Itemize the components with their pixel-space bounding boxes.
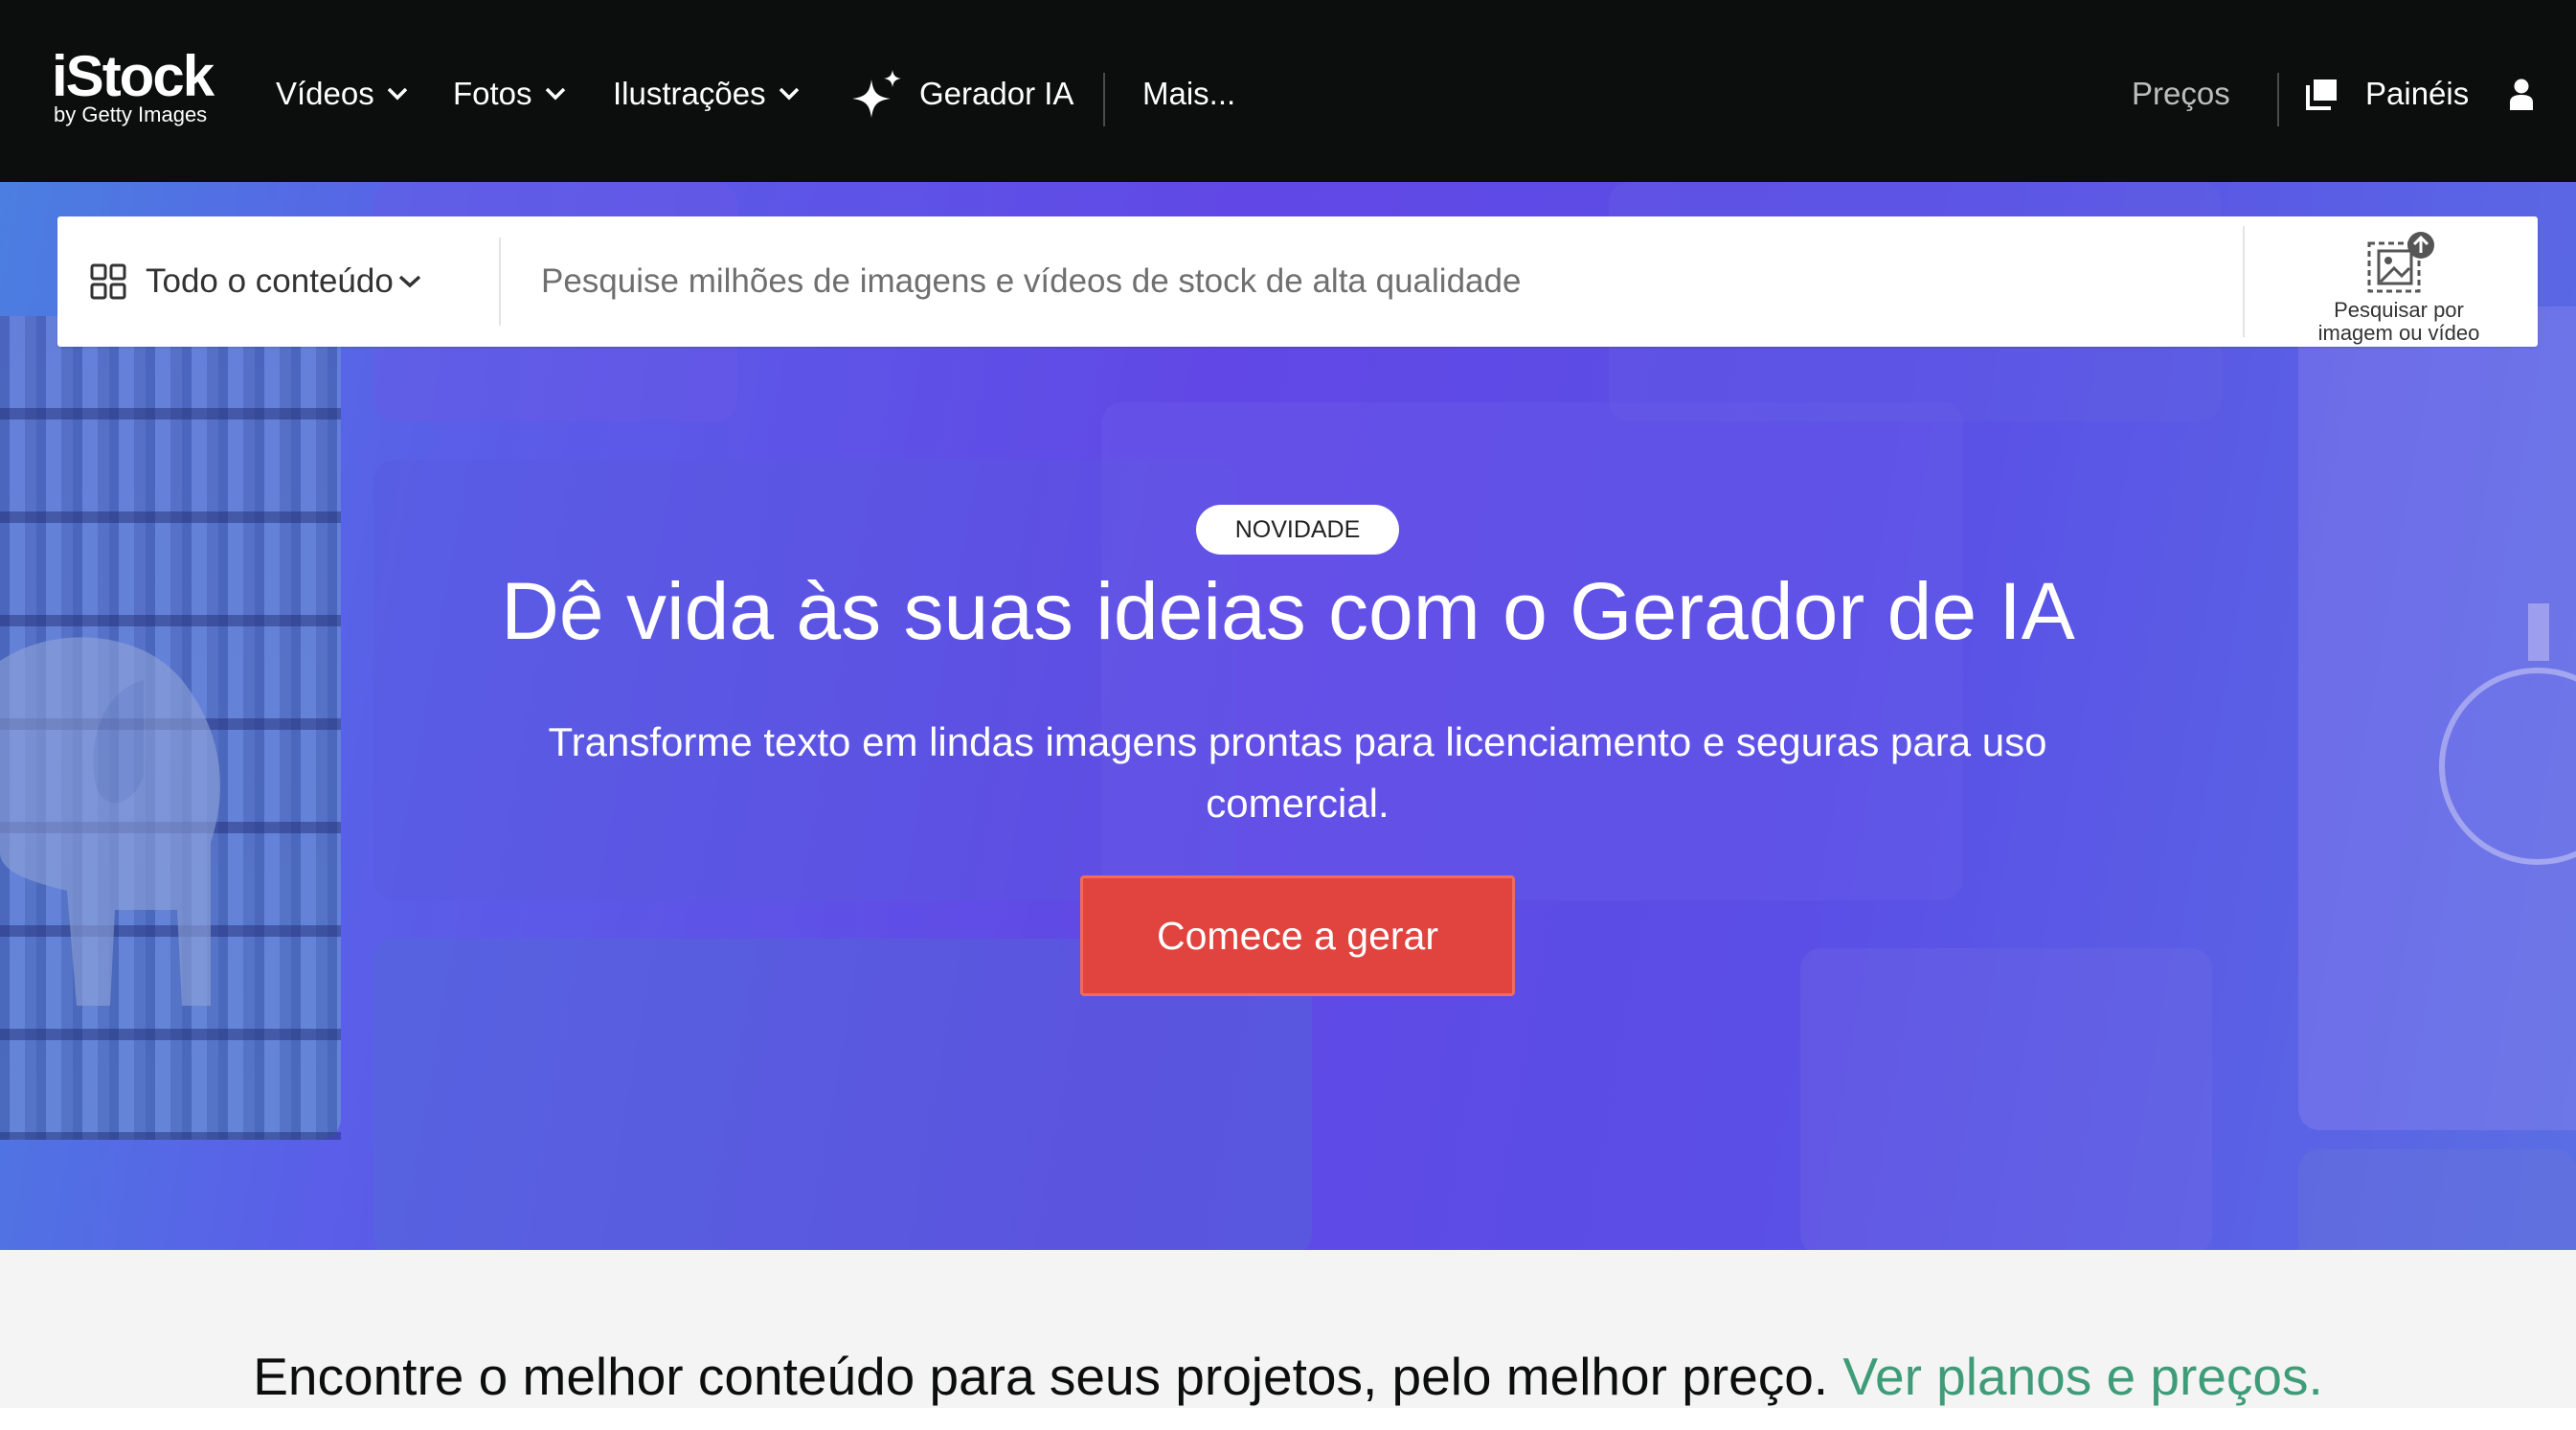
content-type-label: Todo o conteúdo	[146, 262, 394, 300]
search-input[interactable]	[541, 249, 2255, 314]
chevron-down-icon	[778, 86, 801, 102]
content-type-dropdown[interactable]: Todo o conteúdo	[90, 216, 422, 347]
nav-boards[interactable]: Painéis	[2306, 69, 2469, 119]
visual-search-label-line1: Pesquisar por	[2334, 298, 2464, 322]
nav-pricing[interactable]: Preços	[2132, 69, 2230, 119]
nav-pricing-label: Preços	[2132, 76, 2230, 111]
search-divider	[499, 238, 501, 326]
collage-texture-image	[2298, 1149, 2576, 1250]
pricing-promo-text: Encontre o melhor conteúdo para seus pro…	[253, 1347, 1829, 1406]
nav-ai-generator[interactable]: Gerador IA	[850, 69, 1073, 119]
nav-boards-label: Painéis	[2365, 76, 2470, 111]
user-icon	[2509, 78, 2534, 110]
logo-tagline: by Getty Images	[54, 102, 208, 126]
nav-videos[interactable]: Vídeos	[276, 69, 409, 119]
start-generating-button[interactable]: Comece a gerar	[1080, 875, 1515, 996]
nav-photos-label: Fotos	[453, 76, 532, 111]
new-badge: NOVIDADE	[1196, 505, 1399, 555]
grid-icon	[90, 263, 126, 300]
hero-banner: Todo o conteúdo Pesquisar por imagem ou …	[0, 182, 2576, 1250]
collage-desk-image	[1800, 948, 2212, 1250]
visual-search-label-line2: imagem ou vídeo	[2317, 321, 2480, 345]
nav-illustrations-label: Ilustrações	[613, 76, 766, 111]
collage-elephant-image	[0, 637, 220, 1006]
chevron-down-icon	[397, 274, 422, 289]
sparkle-icon	[850, 68, 906, 120]
nav-illustrations[interactable]: Ilustrações	[613, 69, 801, 119]
visual-search-button[interactable]: Pesquisar por imagem ou vídeo	[2260, 226, 2538, 345]
pricing-promo-line: Encontre o melhor conteúdo para seus pro…	[0, 1346, 2576, 1407]
page-bottom-strip	[0, 1408, 2576, 1430]
nav-ai-generator-label: Gerador IA	[919, 76, 1074, 111]
chevron-down-icon	[544, 86, 567, 102]
boards-icon	[2306, 78, 2339, 110]
image-upload-icon	[2367, 232, 2434, 293]
nav-more[interactable]: Mais...	[1142, 69, 1235, 119]
hero-subtitle: Transforme texto em lindas imagens pront…	[548, 719, 2047, 826]
visual-search-label: Pesquisar por imagem ou vídeo	[2260, 299, 2538, 345]
logo-wordmark: iStock	[52, 44, 215, 108]
chevron-down-icon	[386, 86, 409, 102]
plans-and-pricing-link[interactable]: Ver planos e preços.	[1842, 1347, 2322, 1406]
nav-more-label: Mais...	[1142, 76, 1236, 111]
nav-photos[interactable]: Fotos	[453, 69, 567, 119]
nav-divider	[1103, 73, 1105, 126]
search-divider	[2243, 226, 2245, 337]
hero-title: Dê vida às suas ideias com o Gerador de …	[501, 566, 2075, 656]
pricing-promo-section: Encontre o melhor conteúdo para seus pro…	[0, 1250, 2576, 1408]
top-navigation: iStock by Getty Images Vídeos Fotos Ilus…	[0, 0, 2576, 182]
search-bar: Todo o conteúdo Pesquisar por imagem ou …	[57, 216, 2538, 347]
account-button[interactable]	[2509, 69, 2534, 119]
nav-videos-label: Vídeos	[276, 76, 374, 111]
istock-logo[interactable]: iStock by Getty Images	[52, 48, 234, 132]
nav-divider	[2277, 73, 2279, 126]
